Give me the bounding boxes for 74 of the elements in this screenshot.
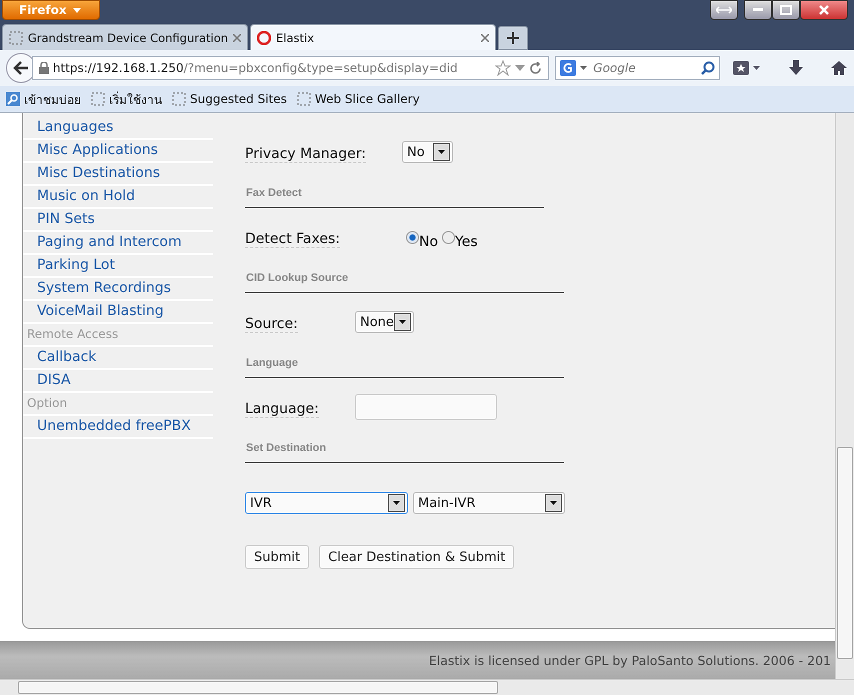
field-label: Detect Faxes: [245, 230, 340, 248]
input-field[interactable] [355, 394, 497, 420]
close-icon [819, 5, 829, 15]
dropdown[interactable]: No [402, 141, 453, 163]
double-arrow-icon [716, 6, 732, 14]
bookmark-link[interactable]: Suggested Sites [172, 92, 287, 106]
dropdown[interactable]: None [355, 311, 414, 333]
bookmark-icon [6, 92, 20, 106]
lock-icon [38, 62, 49, 74]
bookmark-icon [296, 92, 311, 106]
section-heading: Set Destination [245, 432, 564, 463]
caret-icon [72, 8, 81, 12]
bookmark-icon [9, 30, 23, 44]
star-icon[interactable] [495, 60, 512, 76]
sidebar-link[interactable]: Misc Applications [23, 140, 213, 163]
sidebar-link[interactable]: Parking Lot [23, 255, 213, 278]
sidebar-link[interactable]: Unembedded freePBX [23, 416, 213, 439]
maximize-icon [780, 5, 792, 15]
sidebar-link[interactable]: VoiceMail Blasting [23, 301, 213, 324]
address-bar[interactable]: https://192.168.1.250/?menu=pbxconfig&type=setup&display=did [32, 56, 550, 80]
download-icon[interactable] [788, 60, 804, 76]
reload-icon[interactable] [529, 62, 542, 74]
caret-icon [515, 65, 526, 71]
resize-button[interactable] [710, 0, 738, 20]
logo-icon [257, 30, 271, 44]
new-tab-button[interactable] [498, 26, 528, 50]
bookmark-icon [172, 92, 186, 106]
radio-button[interactable] [442, 230, 456, 244]
horizontal-scrollbar[interactable] [0, 679, 854, 695]
field-label: Source: [245, 316, 298, 332]
bookmark-link[interactable]: เริ่มใช้งาน [91, 90, 162, 108]
dropdown[interactable]: Main-IVR [413, 492, 565, 514]
close-icon[interactable] [481, 34, 489, 42]
radio-button[interactable] [406, 230, 419, 244]
search-icon[interactable] [701, 61, 716, 75]
browser-tab[interactable]: Elastix [250, 24, 496, 50]
section-heading: Fax Detect [245, 177, 544, 208]
sidebar-link[interactable]: Misc Destinations [23, 163, 213, 186]
form-button[interactable]: Submit [245, 545, 310, 569]
footer-text: Elastix is licensed under GPL by PaloSanto Solutions. 2006 - 201 [428, 652, 831, 668]
close-icon[interactable] [233, 34, 241, 42]
radio-label: No [419, 234, 438, 250]
radio-label: Yes [455, 234, 478, 250]
minimize-icon [753, 8, 763, 12]
minimize-button[interactable] [744, 0, 772, 20]
bookmark-link[interactable]: Web Slice Gallery [296, 92, 420, 106]
plus-icon [507, 32, 519, 44]
browser-tab[interactable]: Grandstream Device Configuration [2, 24, 248, 50]
field-label: Privacy Manager: [245, 146, 366, 162]
sidebar-link[interactable]: System Recordings [23, 278, 213, 301]
bookmarks-menu-icon[interactable] [732, 60, 762, 76]
sidebar-link[interactable]: Callback [23, 347, 213, 370]
sidebar-link[interactable]: PIN Sets [23, 209, 213, 232]
field-label: Language: [245, 400, 319, 418]
sidebar-heading: Option [23, 393, 213, 416]
maximize-button[interactable] [772, 0, 800, 20]
sidebar-heading: Remote Access [23, 324, 213, 347]
caret-icon [580, 66, 588, 70]
home-icon[interactable] [830, 60, 848, 76]
section-heading: Language [245, 347, 564, 378]
vertical-scrollbar[interactable] [835, 113, 854, 679]
close-button[interactable] [800, 0, 848, 20]
section-heading: CID Lookup Source [245, 262, 564, 293]
sidebar-link[interactable]: DISA [23, 370, 213, 393]
form-button[interactable]: Clear Destination & Submit [319, 545, 514, 569]
dropdown[interactable]: IVR [245, 492, 408, 514]
back-arrow-icon [12, 61, 29, 75]
sidebar-link[interactable]: Paging and Intercom [23, 232, 213, 255]
sidebar-link[interactable]: Music on Hold [23, 186, 213, 209]
g-logo-icon [560, 60, 576, 76]
sidebar-link[interactable]: Languages [23, 117, 213, 140]
bookmark-icon [91, 92, 105, 106]
bookmark-link[interactable]: เข้าชมบ่อย [6, 90, 81, 108]
search-bar[interactable]: Google [555, 56, 720, 80]
